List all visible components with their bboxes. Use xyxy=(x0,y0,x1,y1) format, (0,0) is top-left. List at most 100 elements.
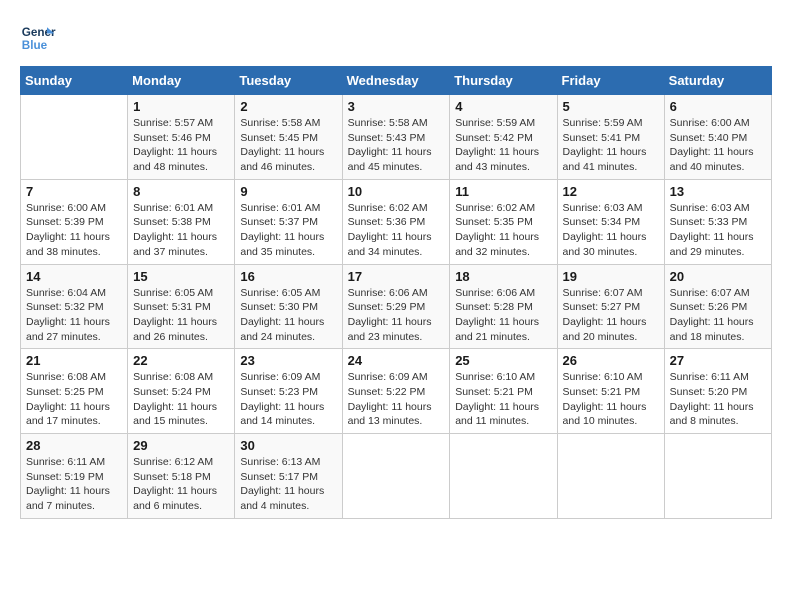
calendar-cell: 28 Sunrise: 6:11 AM Sunset: 5:19 PM Dayli… xyxy=(21,434,128,519)
calendar-cell: 30 Sunrise: 6:13 AM Sunset: 5:17 PM Dayli… xyxy=(235,434,342,519)
day-info: Sunrise: 5:59 AM Sunset: 5:41 PM Dayligh… xyxy=(563,116,659,175)
day-number: 28 xyxy=(26,438,122,453)
calendar-cell: 23 Sunrise: 6:09 AM Sunset: 5:23 PM Dayli… xyxy=(235,349,342,434)
day-number: 14 xyxy=(26,269,122,284)
day-info: Sunrise: 5:59 AM Sunset: 5:42 PM Dayligh… xyxy=(455,116,551,175)
calendar-cell: 9Sunrise: 6:01 AM Sunset: 5:37 PM Daylig… xyxy=(235,179,342,264)
calendar-cell xyxy=(557,434,664,519)
weekday-header: Sunday xyxy=(21,67,128,95)
day-info: Sunrise: 6:08 AM Sunset: 5:25 PM Dayligh… xyxy=(26,370,122,429)
calendar-header-row: SundayMondayTuesdayWednesdayThursdayFrid… xyxy=(21,67,772,95)
day-info: Sunrise: 6:10 AM Sunset: 5:21 PM Dayligh… xyxy=(455,370,551,429)
day-number: 29 xyxy=(133,438,229,453)
day-number: 22 xyxy=(133,353,229,368)
day-number: 10 xyxy=(348,184,445,199)
calendar-cell: 14 Sunrise: 6:04 AM Sunset: 5:32 PM Dayli… xyxy=(21,264,128,349)
calendar-cell: 3 Sunrise: 5:58 AM Sunset: 5:43 PM Daylig… xyxy=(342,95,450,180)
day-info: Sunrise: 6:08 AM Sunset: 5:24 PM Dayligh… xyxy=(133,370,229,429)
day-info: Sunrise: 6:05 AM Sunset: 5:31 PM Dayligh… xyxy=(133,286,229,345)
day-number: 25 xyxy=(455,353,551,368)
day-info: Sunrise: 6:05 AM Sunset: 5:30 PM Dayligh… xyxy=(240,286,336,345)
calendar-week-row: 7Sunrise: 6:00 AM Sunset: 5:39 PM Daylig… xyxy=(21,179,772,264)
calendar-cell: 8 Sunrise: 6:01 AM Sunset: 5:38 PM Daylig… xyxy=(128,179,235,264)
calendar-cell: 20 Sunrise: 6:07 AM Sunset: 5:26 PM Dayli… xyxy=(664,264,771,349)
day-number: 11 xyxy=(455,184,551,199)
calendar-cell xyxy=(450,434,557,519)
calendar-cell: 6 Sunrise: 6:00 AM Sunset: 5:40 PM Daylig… xyxy=(664,95,771,180)
weekday-header: Saturday xyxy=(664,67,771,95)
day-info: Sunrise: 6:04 AM Sunset: 5:32 PM Dayligh… xyxy=(26,286,122,345)
calendar-cell: 1 Sunrise: 5:57 AM Sunset: 5:46 PM Daylig… xyxy=(128,95,235,180)
calendar-cell: 11 Sunrise: 6:02 AM Sunset: 5:35 PM Dayli… xyxy=(450,179,557,264)
day-info: Sunrise: 6:09 AM Sunset: 5:22 PM Dayligh… xyxy=(348,370,445,429)
day-number: 12 xyxy=(563,184,659,199)
calendar-week-row: 28 Sunrise: 6:11 AM Sunset: 5:19 PM Dayli… xyxy=(21,434,772,519)
calendar-body: 1 Sunrise: 5:57 AM Sunset: 5:46 PM Daylig… xyxy=(21,95,772,519)
calendar-cell: 2 Sunrise: 5:58 AM Sunset: 5:45 PM Daylig… xyxy=(235,95,342,180)
day-info: Sunrise: 6:00 AM Sunset: 5:40 PM Dayligh… xyxy=(670,116,766,175)
day-info: Sunrise: 5:57 AM Sunset: 5:46 PM Dayligh… xyxy=(133,116,229,175)
day-number: 23 xyxy=(240,353,336,368)
calendar-week-row: 21 Sunrise: 6:08 AM Sunset: 5:25 PM Dayli… xyxy=(21,349,772,434)
day-info: Sunrise: 6:02 AM Sunset: 5:35 PM Dayligh… xyxy=(455,201,551,260)
day-number: 30 xyxy=(240,438,336,453)
day-info: Sunrise: 6:07 AM Sunset: 5:27 PM Dayligh… xyxy=(563,286,659,345)
day-info: Sunrise: 6:01 AM Sunset: 5:37 PM Dayligh… xyxy=(240,201,336,260)
calendar-cell xyxy=(342,434,450,519)
calendar-cell: 5Sunrise: 5:59 AM Sunset: 5:41 PM Daylig… xyxy=(557,95,664,180)
day-number: 21 xyxy=(26,353,122,368)
calendar-cell: 18 Sunrise: 6:06 AM Sunset: 5:28 PM Dayli… xyxy=(450,264,557,349)
day-info: Sunrise: 6:02 AM Sunset: 5:36 PM Dayligh… xyxy=(348,201,445,260)
logo-icon: General Blue xyxy=(20,20,56,56)
day-info: Sunrise: 6:03 AM Sunset: 5:33 PM Dayligh… xyxy=(670,201,766,260)
day-number: 1 xyxy=(133,99,229,114)
weekday-header: Monday xyxy=(128,67,235,95)
calendar-cell: 4 Sunrise: 5:59 AM Sunset: 5:42 PM Daylig… xyxy=(450,95,557,180)
day-number: 24 xyxy=(348,353,445,368)
day-number: 6 xyxy=(670,99,766,114)
day-number: 27 xyxy=(670,353,766,368)
day-info: Sunrise: 5:58 AM Sunset: 5:43 PM Dayligh… xyxy=(348,116,445,175)
calendar-cell: 22 Sunrise: 6:08 AM Sunset: 5:24 PM Dayli… xyxy=(128,349,235,434)
day-number: 15 xyxy=(133,269,229,284)
day-number: 18 xyxy=(455,269,551,284)
calendar-cell: 7Sunrise: 6:00 AM Sunset: 5:39 PM Daylig… xyxy=(21,179,128,264)
day-info: Sunrise: 6:06 AM Sunset: 5:28 PM Dayligh… xyxy=(455,286,551,345)
day-info: Sunrise: 5:58 AM Sunset: 5:45 PM Dayligh… xyxy=(240,116,336,175)
calendar-cell xyxy=(21,95,128,180)
day-info: Sunrise: 6:10 AM Sunset: 5:21 PM Dayligh… xyxy=(563,370,659,429)
day-info: Sunrise: 6:07 AM Sunset: 5:26 PM Dayligh… xyxy=(670,286,766,345)
page-header: General Blue xyxy=(20,20,772,56)
calendar-cell: 15 Sunrise: 6:05 AM Sunset: 5:31 PM Dayli… xyxy=(128,264,235,349)
day-info: Sunrise: 6:00 AM Sunset: 5:39 PM Dayligh… xyxy=(26,201,122,260)
day-info: Sunrise: 6:03 AM Sunset: 5:34 PM Dayligh… xyxy=(563,201,659,260)
calendar-cell: 24 Sunrise: 6:09 AM Sunset: 5:22 PM Dayli… xyxy=(342,349,450,434)
day-number: 3 xyxy=(348,99,445,114)
day-info: Sunrise: 6:11 AM Sunset: 5:19 PM Dayligh… xyxy=(26,455,122,514)
weekday-header: Friday xyxy=(557,67,664,95)
day-info: Sunrise: 6:11 AM Sunset: 5:20 PM Dayligh… xyxy=(670,370,766,429)
day-info: Sunrise: 6:13 AM Sunset: 5:17 PM Dayligh… xyxy=(240,455,336,514)
day-number: 17 xyxy=(348,269,445,284)
day-number: 4 xyxy=(455,99,551,114)
day-number: 8 xyxy=(133,184,229,199)
calendar-week-row: 14 Sunrise: 6:04 AM Sunset: 5:32 PM Dayli… xyxy=(21,264,772,349)
calendar-cell: 19Sunrise: 6:07 AM Sunset: 5:27 PM Dayli… xyxy=(557,264,664,349)
logo: General Blue xyxy=(20,20,60,56)
calendar-cell: 27 Sunrise: 6:11 AM Sunset: 5:20 PM Dayli… xyxy=(664,349,771,434)
weekday-header: Thursday xyxy=(450,67,557,95)
day-number: 16 xyxy=(240,269,336,284)
day-info: Sunrise: 6:01 AM Sunset: 5:38 PM Dayligh… xyxy=(133,201,229,260)
weekday-header: Tuesday xyxy=(235,67,342,95)
day-info: Sunrise: 6:09 AM Sunset: 5:23 PM Dayligh… xyxy=(240,370,336,429)
day-number: 13 xyxy=(670,184,766,199)
calendar-cell: 21 Sunrise: 6:08 AM Sunset: 5:25 PM Dayli… xyxy=(21,349,128,434)
weekday-header: Wednesday xyxy=(342,67,450,95)
calendar-cell xyxy=(664,434,771,519)
day-number: 2 xyxy=(240,99,336,114)
calendar-week-row: 1 Sunrise: 5:57 AM Sunset: 5:46 PM Daylig… xyxy=(21,95,772,180)
calendar-cell: 26Sunrise: 6:10 AM Sunset: 5:21 PM Dayli… xyxy=(557,349,664,434)
day-info: Sunrise: 6:12 AM Sunset: 5:18 PM Dayligh… xyxy=(133,455,229,514)
calendar-cell: 10 Sunrise: 6:02 AM Sunset: 5:36 PM Dayli… xyxy=(342,179,450,264)
day-number: 20 xyxy=(670,269,766,284)
